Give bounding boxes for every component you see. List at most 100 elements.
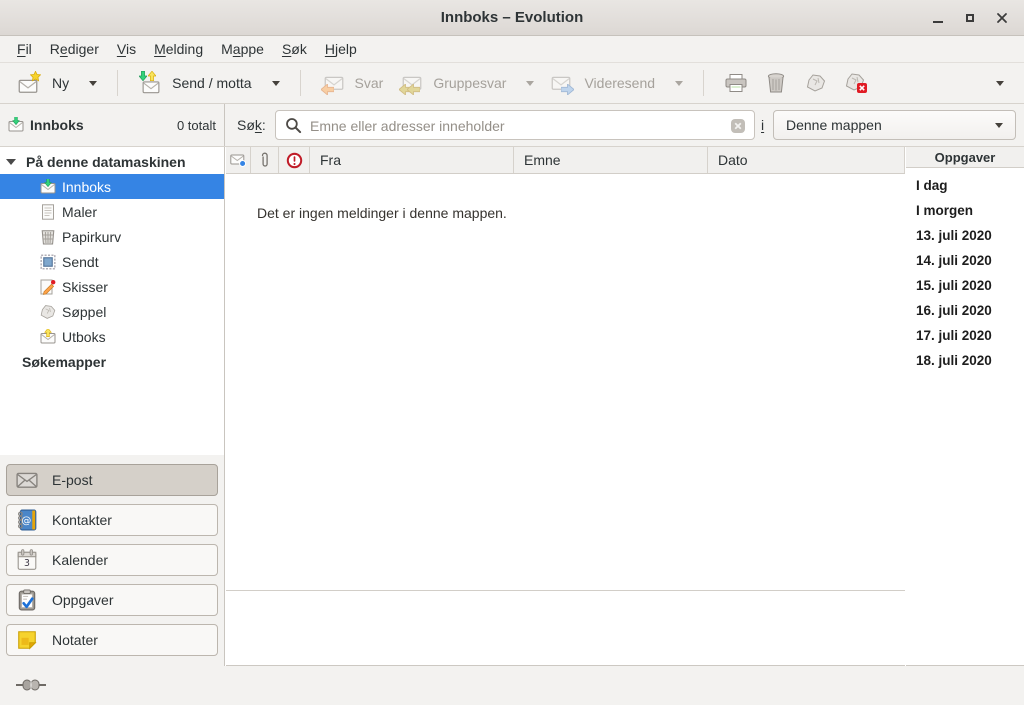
column-date[interactable]: Dato	[708, 147, 905, 173]
search-input[interactable]	[308, 112, 712, 140]
folder-utboks[interactable]: Utboks	[0, 324, 224, 349]
menu-item-hjelp[interactable]: Hjelp	[316, 36, 366, 62]
switcher-label: Kalender	[52, 552, 108, 568]
switcher-mail-button[interactable]: E-post	[6, 464, 218, 496]
column-priority[interactable]	[279, 147, 310, 173]
view-switcher: E-post Kontakter Kalender Oppgaver Notat…	[0, 455, 224, 666]
search-scope-value: Denne mappen	[786, 117, 882, 133]
search-label: Søk:	[237, 104, 266, 146]
close-button[interactable]	[986, 4, 1018, 32]
close-icon	[996, 12, 1008, 24]
forward-button[interactable]: Videresend	[542, 67, 691, 99]
group-reply-dropdown-arrow[interactable]	[526, 81, 534, 86]
contacts-icon	[16, 509, 38, 531]
task-item[interactable]: 18. juli 2020	[906, 348, 1024, 373]
maximize-button[interactable]	[954, 4, 986, 32]
sidebar: På denne datamaskinen Innboks Maler Papi…	[0, 147, 225, 666]
attachment-icon	[259, 151, 270, 169]
tree-root-label: På denne datamaskinen	[26, 154, 186, 170]
junk-button[interactable]	[796, 67, 836, 99]
toolbar: Ny Send / motta Svar Gr	[0, 63, 1024, 104]
read-status-icon	[230, 152, 246, 168]
switcher-label: Notater	[52, 632, 98, 648]
menubar: FilRedigerVisMeldingMappeSøkHjelp	[0, 36, 1024, 63]
folder-papirkurv[interactable]: Papirkurv	[0, 224, 224, 249]
task-bar-header: Oppgaver	[906, 147, 1024, 168]
column-date-label: Dato	[718, 152, 748, 168]
task-item[interactable]: I dag	[906, 173, 1024, 198]
new-message-button[interactable]: Ny	[10, 67, 105, 99]
tasks-icon	[16, 589, 38, 611]
folder-label: Sendt	[62, 254, 99, 270]
column-subject[interactable]: Emne	[514, 147, 708, 173]
folder-innboks[interactable]: Innboks	[0, 174, 224, 199]
calendar-icon	[16, 549, 38, 571]
column-attachment[interactable]	[251, 147, 279, 173]
task-list: I dagI morgen13. juli 202014. juli 20201…	[906, 168, 1024, 373]
not-junk-button[interactable]	[836, 67, 876, 99]
new-message-label: Ny	[52, 75, 69, 91]
switcher-label: Kontakter	[52, 512, 112, 528]
minimize-button[interactable]	[922, 4, 954, 32]
search-scope-dropdown[interactable]: Denne mappen	[773, 110, 1016, 140]
task-item[interactable]: 15. juli 2020	[906, 273, 1024, 298]
column-from[interactable]: Fra	[310, 147, 514, 173]
column-read-status[interactable]	[226, 147, 251, 173]
delete-button[interactable]	[756, 67, 796, 99]
switcher-calendar-button[interactable]: Kalender	[6, 544, 218, 576]
switcher-label: E-post	[52, 472, 92, 488]
folder-label: Skisser	[62, 279, 108, 295]
search-row: Innboks 0 totalt Søk: i Denne mappen	[0, 104, 1024, 147]
menu-item-s-k[interactable]: Søk	[273, 36, 316, 62]
new-message-dropdown-arrow[interactable]	[89, 81, 97, 86]
inbox-icon	[8, 117, 24, 133]
group-reply-label: Gruppesvar	[433, 75, 506, 91]
mail-icon	[16, 469, 38, 491]
menu-item-vis[interactable]: Vis	[108, 36, 145, 62]
new-mail-icon	[18, 71, 42, 95]
reply-button[interactable]: Svar	[313, 67, 392, 99]
empty-folder-message: Det er ingen meldinger i denne mappen.	[257, 205, 507, 221]
task-item[interactable]: 13. juli 2020	[906, 223, 1024, 248]
menu-item-rediger[interactable]: Rediger	[41, 36, 108, 62]
send-receive-dropdown-arrow[interactable]	[272, 81, 280, 86]
send-receive-button[interactable]: Send / motta	[130, 67, 287, 99]
expander-icon[interactable]	[6, 159, 16, 165]
search-icon	[285, 117, 302, 134]
menu-item-melding[interactable]: Melding	[145, 36, 212, 62]
preview-pane-splitter[interactable]	[226, 590, 905, 591]
forward-dropdown-arrow[interactable]	[675, 81, 683, 86]
sent-icon	[40, 254, 56, 270]
folder-soppel[interactable]: Søppel	[0, 299, 224, 324]
outbox-icon	[40, 329, 56, 345]
forward-label: Videresend	[584, 75, 655, 91]
menu-item-mappe[interactable]: Mappe	[212, 36, 273, 62]
toolbar-separator	[300, 70, 301, 96]
tree-root-on-this-computer[interactable]: På denne datamaskinen	[0, 149, 224, 174]
clear-search-icon[interactable]	[730, 118, 746, 134]
column-subject-label: Emne	[524, 152, 561, 168]
online-status-icon[interactable]	[16, 678, 46, 692]
switcher-tasks-button[interactable]: Oppgaver	[6, 584, 218, 616]
toolbar-overflow-arrow[interactable]	[996, 81, 1004, 86]
switcher-memos-button[interactable]: Notater	[6, 624, 218, 656]
folder-sendt[interactable]: Sendt	[0, 249, 224, 274]
print-button[interactable]	[716, 67, 756, 99]
window-controls	[922, 0, 1018, 35]
folder-count: 0 totalt	[177, 118, 216, 133]
task-item[interactable]: 14. juli 2020	[906, 248, 1024, 273]
menu-item-fil[interactable]: Fil	[8, 36, 41, 62]
templates-icon	[40, 204, 56, 220]
folder-maler[interactable]: Maler	[0, 199, 224, 224]
folder-label: Papirkurv	[62, 229, 121, 245]
search-scope-label: i	[761, 104, 764, 146]
task-item[interactable]: 16. juli 2020	[906, 298, 1024, 323]
folder-skisser[interactable]: Skisser	[0, 274, 224, 299]
task-item[interactable]: 17. juli 2020	[906, 323, 1024, 348]
task-item[interactable]: I morgen	[906, 198, 1024, 223]
switcher-contacts-button[interactable]: Kontakter	[6, 504, 218, 536]
evolution-window: Innboks – Evolution FilRedigerVisMelding…	[0, 0, 1024, 705]
toolbar-separator	[117, 70, 118, 96]
tree-root-search-folders[interactable]: Søkemapper	[0, 349, 224, 374]
group-reply-button[interactable]: Gruppesvar	[391, 67, 542, 99]
